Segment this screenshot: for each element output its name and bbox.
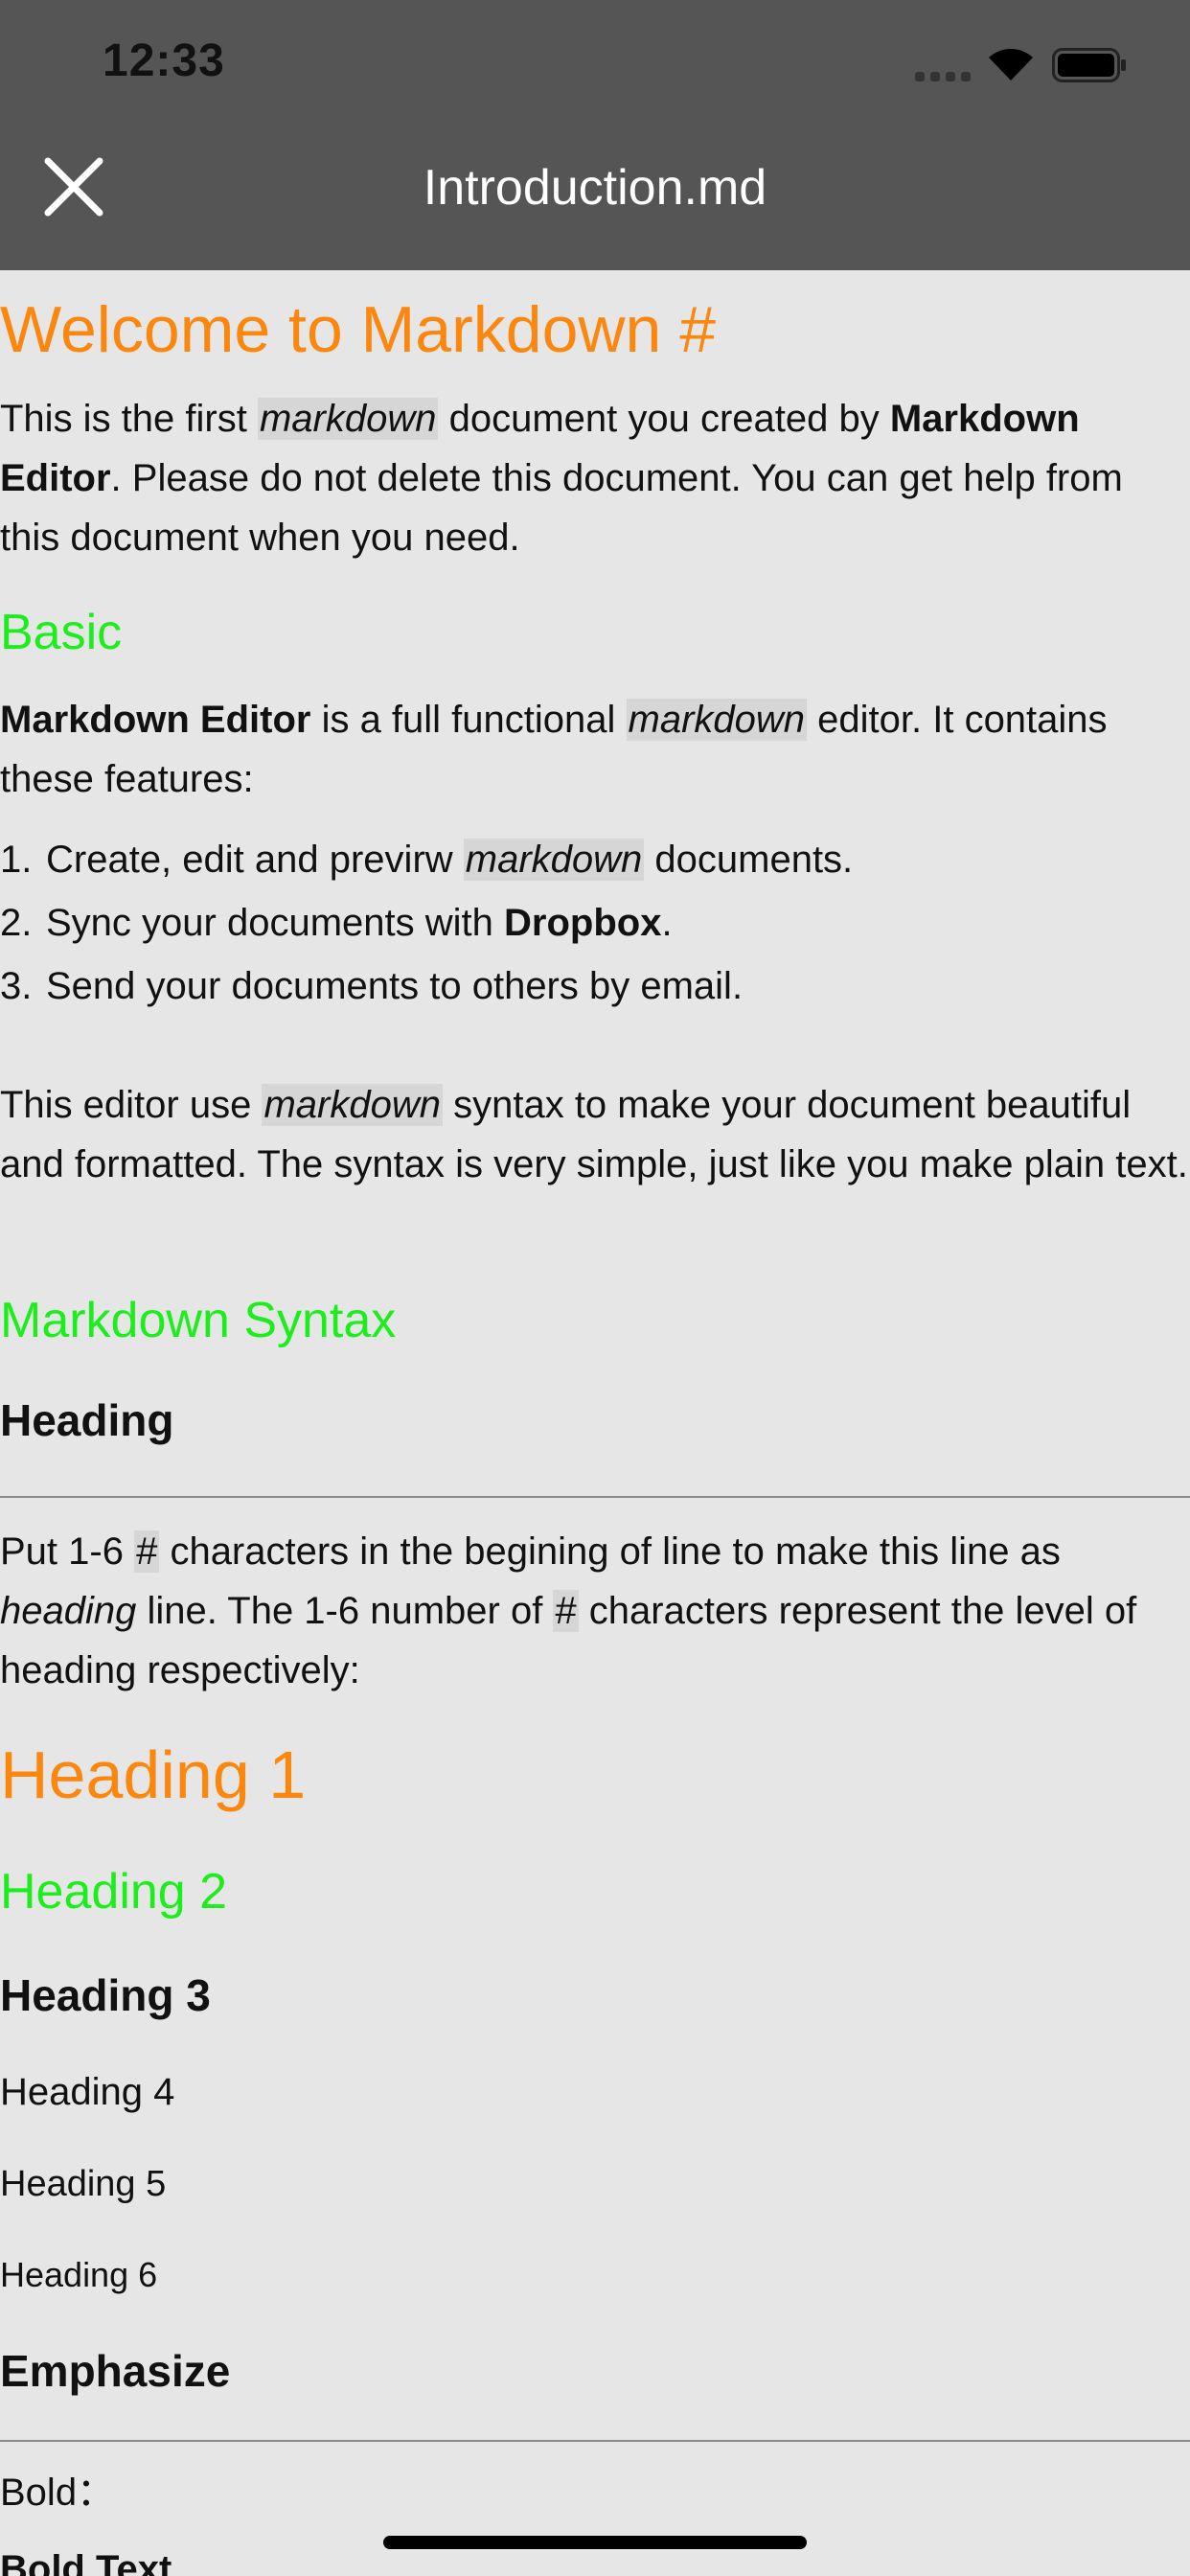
list-item: 2. Sync your documents with Dropbox.	[0, 902, 673, 944]
markdown-preview[interactable]: Welcome to Markdown # This is the first …	[0, 270, 1190, 2576]
heading-paragraph: Put 1-6 # characters in the begining of …	[0, 1530, 1137, 1691]
sample-heading-3: Heading 3	[0, 1970, 211, 2020]
feature-list: 1. Create, edit and previrw markdown doc…	[0, 828, 1190, 1018]
bold-label: Bold：	[0, 2472, 116, 2514]
horizontal-rule	[0, 2440, 1190, 2442]
basic-paragraph: Markdown Editor is a full functional mar…	[0, 699, 1108, 800]
heading-1-welcome: Welcome to Markdown #	[0, 293, 717, 366]
sample-heading-4: Heading 4	[0, 2071, 175, 2113]
heading-basic: Basic	[0, 605, 123, 660]
heading-markdown-syntax: Markdown Syntax	[0, 1293, 397, 1348]
wifi-icon	[989, 49, 1033, 80]
horizontal-rule	[0, 1496, 1190, 1498]
status-time: 12:33	[103, 35, 225, 86]
list-item: 1. Create, edit and previrw markdown doc…	[0, 839, 854, 881]
document-title: Introduction.md	[423, 160, 767, 216]
list-item: 3. Send your documents to others by emai…	[0, 965, 744, 1007]
sample-heading-5: Heading 5	[0, 2164, 167, 2204]
sample-heading-6: Heading 6	[0, 2255, 158, 2294]
editor-paragraph: This editor use markdown syntax to make …	[0, 1084, 1188, 1185]
heading-section-title: Heading	[0, 1395, 174, 1445]
nav-bar: 12:33 Introduction.md	[0, 0, 1190, 270]
sample-heading-1: Heading 1	[0, 1737, 307, 1812]
home-indicator[interactable]	[383, 2536, 807, 2549]
sample-heading-2: Heading 2	[0, 1864, 228, 1920]
emphasize-title: Emphasize	[0, 2346, 231, 2396]
cellular-signal-icon	[915, 72, 971, 81]
battery-icon	[1052, 48, 1126, 82]
intro-paragraph: This is the first markdown document you …	[0, 398, 1123, 559]
